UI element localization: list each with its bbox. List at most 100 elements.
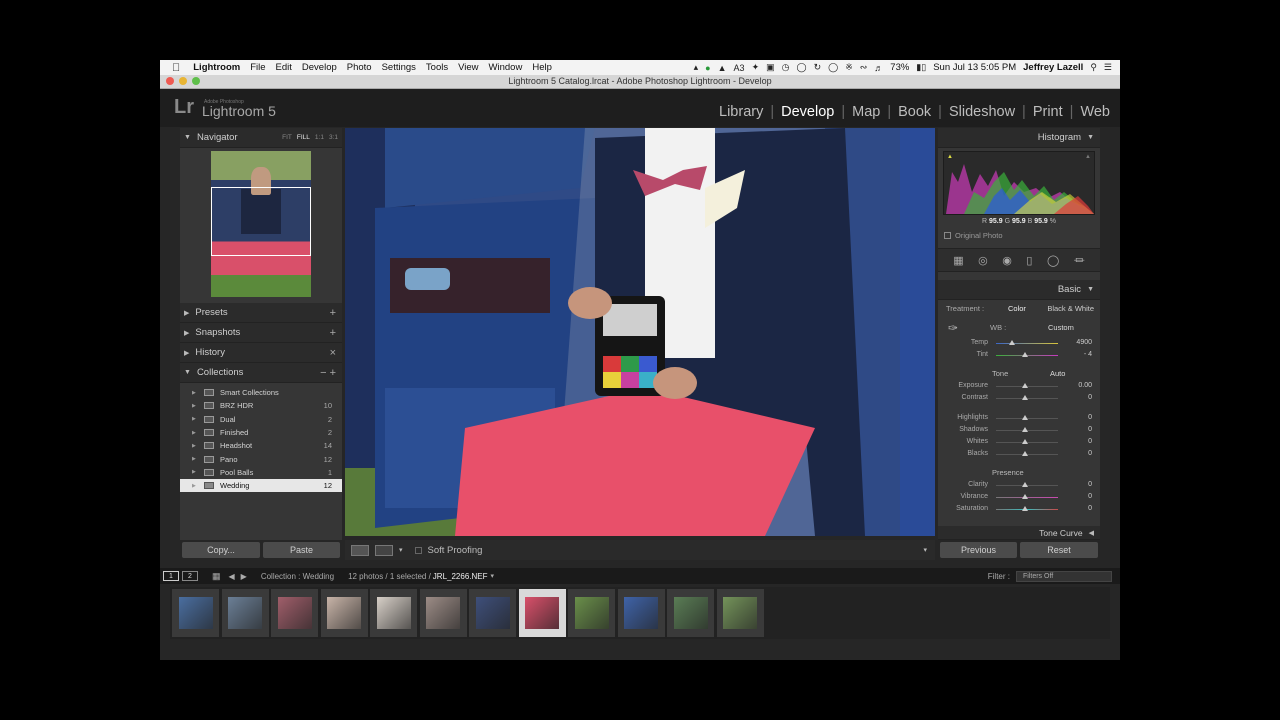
graduated-filter-tool-icon[interactable]: ▯ [1026, 254, 1032, 267]
reset-button[interactable]: Reset [1020, 542, 1098, 558]
collection-item[interactable]: ▶ BRZ HDR 10 [180, 399, 342, 412]
notification-list-icon[interactable]: ☰ [1104, 62, 1112, 73]
module-book[interactable]: Book [896, 104, 933, 120]
menu-tools[interactable]: Tools [421, 62, 453, 73]
soft-proofing-checkbox[interactable] [414, 546, 422, 554]
original-photo-toggle[interactable]: Original Photo [944, 231, 1100, 240]
tone-curve-header[interactable]: Tone Curve ◀ [938, 526, 1100, 540]
filmstrip-source[interactable]: Collection : Wedding [261, 572, 334, 581]
drive-icon[interactable]: ▲ [718, 63, 727, 73]
highlights-slider-knob[interactable] [1022, 415, 1028, 420]
zoom-fit[interactable]: FIT [282, 134, 292, 141]
develop-image-canvas[interactable] [345, 128, 935, 536]
bell-icon[interactable]: ▴ [694, 62, 699, 73]
previous-button[interactable]: Previous [940, 542, 1017, 558]
temp-value[interactable]: 4900 [1076, 339, 1092, 346]
disclosure-icon[interactable]: ▶ [192, 403, 204, 409]
menu-settings[interactable]: Settings [377, 62, 421, 73]
loupe-view-icon[interactable] [351, 544, 369, 556]
shadow-clipping-icon[interactable]: ▲ [947, 154, 953, 160]
menu-develop[interactable]: Develop [297, 62, 342, 73]
histogram-graph[interactable]: ▲ ▲ [943, 151, 1095, 215]
copy-settings-button[interactable]: Copy... [182, 542, 260, 558]
filmstrip-thumbnail[interactable] [370, 589, 417, 637]
filmstrip-thumbnail[interactable] [617, 589, 665, 637]
before-after-icon[interactable] [375, 544, 393, 556]
contrast-value[interactable]: 0 [1088, 394, 1092, 401]
shadows-slider-knob[interactable] [1022, 427, 1028, 432]
filename-dropdown-icon[interactable]: ▾ [491, 572, 495, 580]
treatment-color[interactable]: Color [1008, 304, 1026, 313]
adobe-icon[interactable]: A3 [734, 63, 745, 73]
menubar-user[interactable]: Jeffrey Lazell [1023, 62, 1083, 73]
tint-value[interactable]: - 4 [1084, 351, 1092, 358]
radial-filter-tool-icon[interactable]: ◯ [1047, 254, 1059, 267]
menu-help[interactable]: Help [527, 62, 557, 73]
disclosure-icon[interactable]: ▶ [192, 390, 204, 396]
disclosure-icon[interactable]: ▶ [192, 456, 204, 462]
grid-view-icon[interactable]: ▦ [212, 571, 221, 582]
collections-header[interactable]: ▼ Collections − + [180, 363, 342, 383]
wb-value[interactable]: Custom [1048, 323, 1074, 332]
white-balance-eyedropper-icon[interactable]: ✑ [948, 321, 958, 335]
temp-slider-knob[interactable] [1009, 340, 1015, 345]
add-collection-icon[interactable]: − + [320, 367, 336, 379]
filmstrip-thumbnail[interactable] [221, 589, 269, 637]
snapshots-header[interactable]: ▶ Snapshots + [180, 323, 342, 343]
history-header[interactable]: ▶ History × [180, 343, 342, 363]
collection-item[interactable]: ▶ Dual 2 [180, 413, 342, 426]
highlights-value[interactable]: 0 [1088, 414, 1092, 421]
module-map[interactable]: Map [850, 104, 882, 120]
blacks-slider-knob[interactable] [1022, 451, 1028, 456]
disclosure-icon[interactable]: ▶ [192, 469, 204, 475]
menu-view[interactable]: View [453, 62, 483, 73]
module-print[interactable]: Print [1031, 104, 1065, 120]
clear-history-icon[interactable]: × [330, 347, 336, 359]
disclosure-icon[interactable]: ▶ [192, 430, 204, 436]
add-preset-icon[interactable]: + [330, 307, 336, 319]
spot-removal-tool-icon[interactable]: ◎ [978, 254, 988, 267]
zoom-fill[interactable]: FILL [297, 134, 310, 141]
vibrance-slider-knob[interactable] [1022, 494, 1028, 499]
adjustment-brush-tool-icon[interactable]: ⏛ [1074, 252, 1085, 268]
filmstrip-thumbnail[interactable] [568, 589, 615, 637]
filter-dropdown[interactable]: Filters Off [1016, 570, 1112, 582]
exposure-value[interactable]: 0.00 [1078, 382, 1092, 389]
filmstrip-thumbnail[interactable] [667, 589, 714, 637]
module-develop[interactable]: Develop [779, 104, 836, 120]
disclosure-icon[interactable]: ▶ [192, 416, 204, 422]
original-photo-checkbox[interactable] [944, 232, 951, 239]
histogram-header[interactable]: Histogram ▼ [938, 128, 1100, 148]
vibrance-value[interactable]: 0 [1088, 493, 1092, 500]
menu-window[interactable]: Window [484, 62, 528, 73]
menu-file[interactable]: File [245, 62, 270, 73]
filmstrip-thumbnail[interactable] [469, 589, 516, 637]
filmstrip-thumbnail[interactable] [271, 589, 318, 637]
whites-value[interactable]: 0 [1088, 438, 1092, 445]
filmstrip-filename[interactable]: JRL_2266.NEF [433, 572, 488, 581]
whites-slider-knob[interactable] [1022, 439, 1028, 444]
presets-header[interactable]: ▶ Presets + [180, 303, 342, 323]
collection-item[interactable]: ▶ Pano 12 [180, 452, 342, 465]
menu-photo[interactable]: Photo [342, 62, 377, 73]
wifi-icon[interactable]: ∾ [860, 62, 868, 73]
basic-header[interactable]: Basic ▼ [938, 280, 1100, 300]
contrast-slider-knob[interactable] [1022, 395, 1028, 400]
forward-arrow-icon[interactable]: ▶ [241, 572, 247, 581]
tone-auto-button[interactable]: Auto [1050, 367, 1065, 380]
clock-icon[interactable]: ◷ [782, 62, 790, 73]
clarity-value[interactable]: 0 [1088, 481, 1092, 488]
apple-icon[interactable]:  [160, 62, 188, 74]
filmstrip-thumbnail[interactable] [172, 589, 219, 637]
module-web[interactable]: Web [1078, 104, 1112, 120]
exposure-slider-knob[interactable] [1022, 383, 1028, 388]
time-machine-icon[interactable]: ↻ [814, 62, 822, 73]
treatment-black-white[interactable]: Black & White [1047, 304, 1094, 313]
menubar-datetime[interactable]: Sun Jul 13 5:05 PM [933, 62, 1016, 73]
filmstrip-thumbnail[interactable] [419, 589, 467, 637]
collection-item-selected[interactable]: ▶ Wedding 12 [180, 479, 342, 493]
add-snapshot-icon[interactable]: + [330, 327, 336, 339]
navigator-preview[interactable] [211, 151, 311, 297]
red-eye-tool-icon[interactable]: ◉ [1002, 254, 1012, 267]
saturation-value[interactable]: 0 [1088, 505, 1092, 512]
